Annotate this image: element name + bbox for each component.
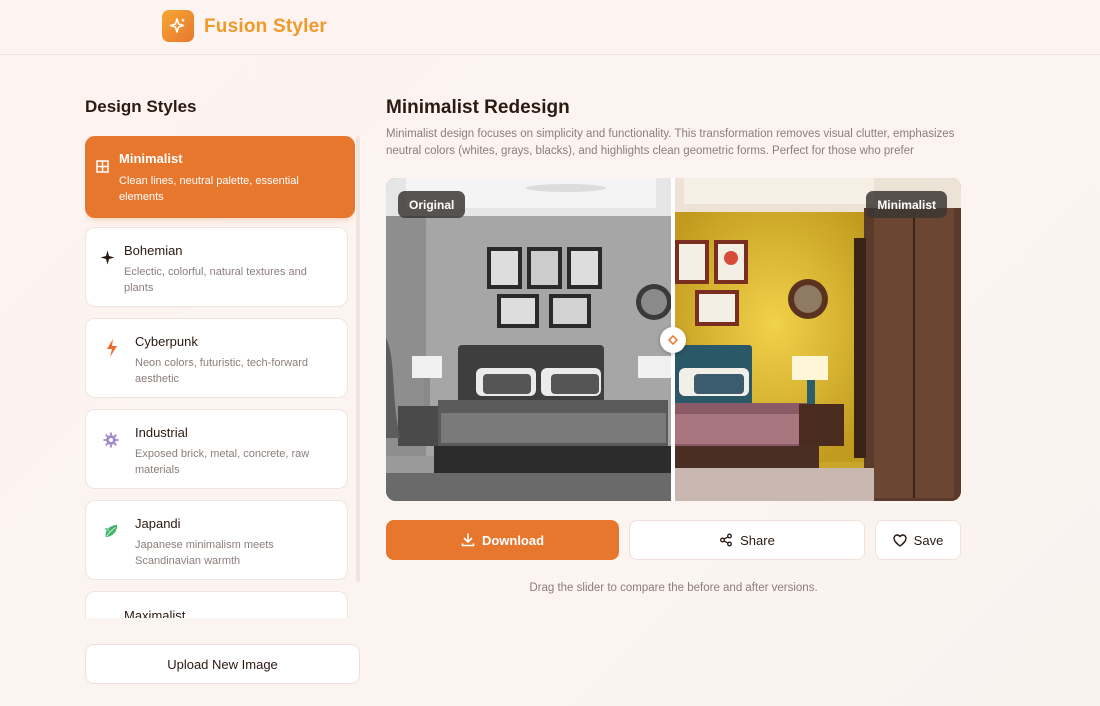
share-label: Share [740,532,775,548]
download-icon [461,533,475,547]
page-title: Minimalist Redesign [386,97,570,118]
style-desc: Eclectic, colorful, natural textures and… [124,266,307,294]
style-desc: Clean lines, neutral palette, essential … [119,175,299,203]
sparkle-icon [99,249,115,265]
sidebar-title: Design Styles [85,97,197,116]
before-after-comparison[interactable]: Original Minimalist [386,178,961,501]
style-name: Bohemian [124,243,183,258]
gear-icon [103,432,119,448]
style-name: Industrial [135,425,188,440]
style-description: Minimalist design focuses on simplicity … [386,128,955,157]
style-desc: Exposed brick, metal, concrete, raw mate… [135,448,310,476]
download-button[interactable]: Download [386,520,619,560]
style-card-japandi[interactable]: Japandi Japanese minimalism meets Scandi… [85,500,348,580]
style-name: Maximalist [124,608,186,618]
style-desc: Japanese minimalism meets Scandinavian w… [135,539,274,567]
style-name: Cyberpunk [135,334,198,349]
app-name[interactable]: Fusion Styler [204,16,327,38]
style-result-label: Minimalist [866,191,947,218]
app-logo[interactable] [162,10,194,42]
lightning-icon [104,339,120,357]
heart-icon [892,533,907,547]
minimalist-result-image [674,178,961,501]
style-card-industrial[interactable]: Industrial Exposed brick, metal, concret… [85,409,348,489]
style-desc: Neon colors, futuristic, tech-forward ae… [135,357,309,385]
grid-icon [94,158,110,174]
style-card-maximalist[interactable]: Maximalist [85,591,348,618]
download-label: Download [481,532,545,548]
comparison-slider-handle[interactable] [660,327,686,353]
upload-new-image-button[interactable]: Upload New Image [85,644,360,684]
top-bar: Fusion Styler [0,0,1100,55]
diamond-icon [668,335,678,345]
save-button[interactable]: Save [875,520,961,560]
save-label: Save [913,532,944,548]
share-icon [720,533,733,547]
share-button[interactable]: Share [629,520,865,560]
style-list-scrollbar[interactable] [356,136,360,582]
comparison-hint: Drag the slider to compare the before an… [529,582,818,594]
style-name: Minimalist [119,151,183,166]
leaf-icon [103,523,119,539]
original-label: Original [398,191,466,218]
original-image [386,178,672,501]
style-card-bohemian[interactable]: Bohemian Eclectic, colorful, natural tex… [85,227,348,307]
style-card-cyberpunk[interactable]: Cyberpunk Neon colors, futuristic, tech-… [85,318,348,398]
style-list: Minimalist Clean lines, neutral palette,… [85,136,355,618]
style-card-minimalist[interactable]: Minimalist Clean lines, neutral palette,… [85,136,355,218]
style-name: Japandi [135,516,181,531]
sparkle-logo-icon [169,18,186,33]
triangle-icon [99,616,115,618]
